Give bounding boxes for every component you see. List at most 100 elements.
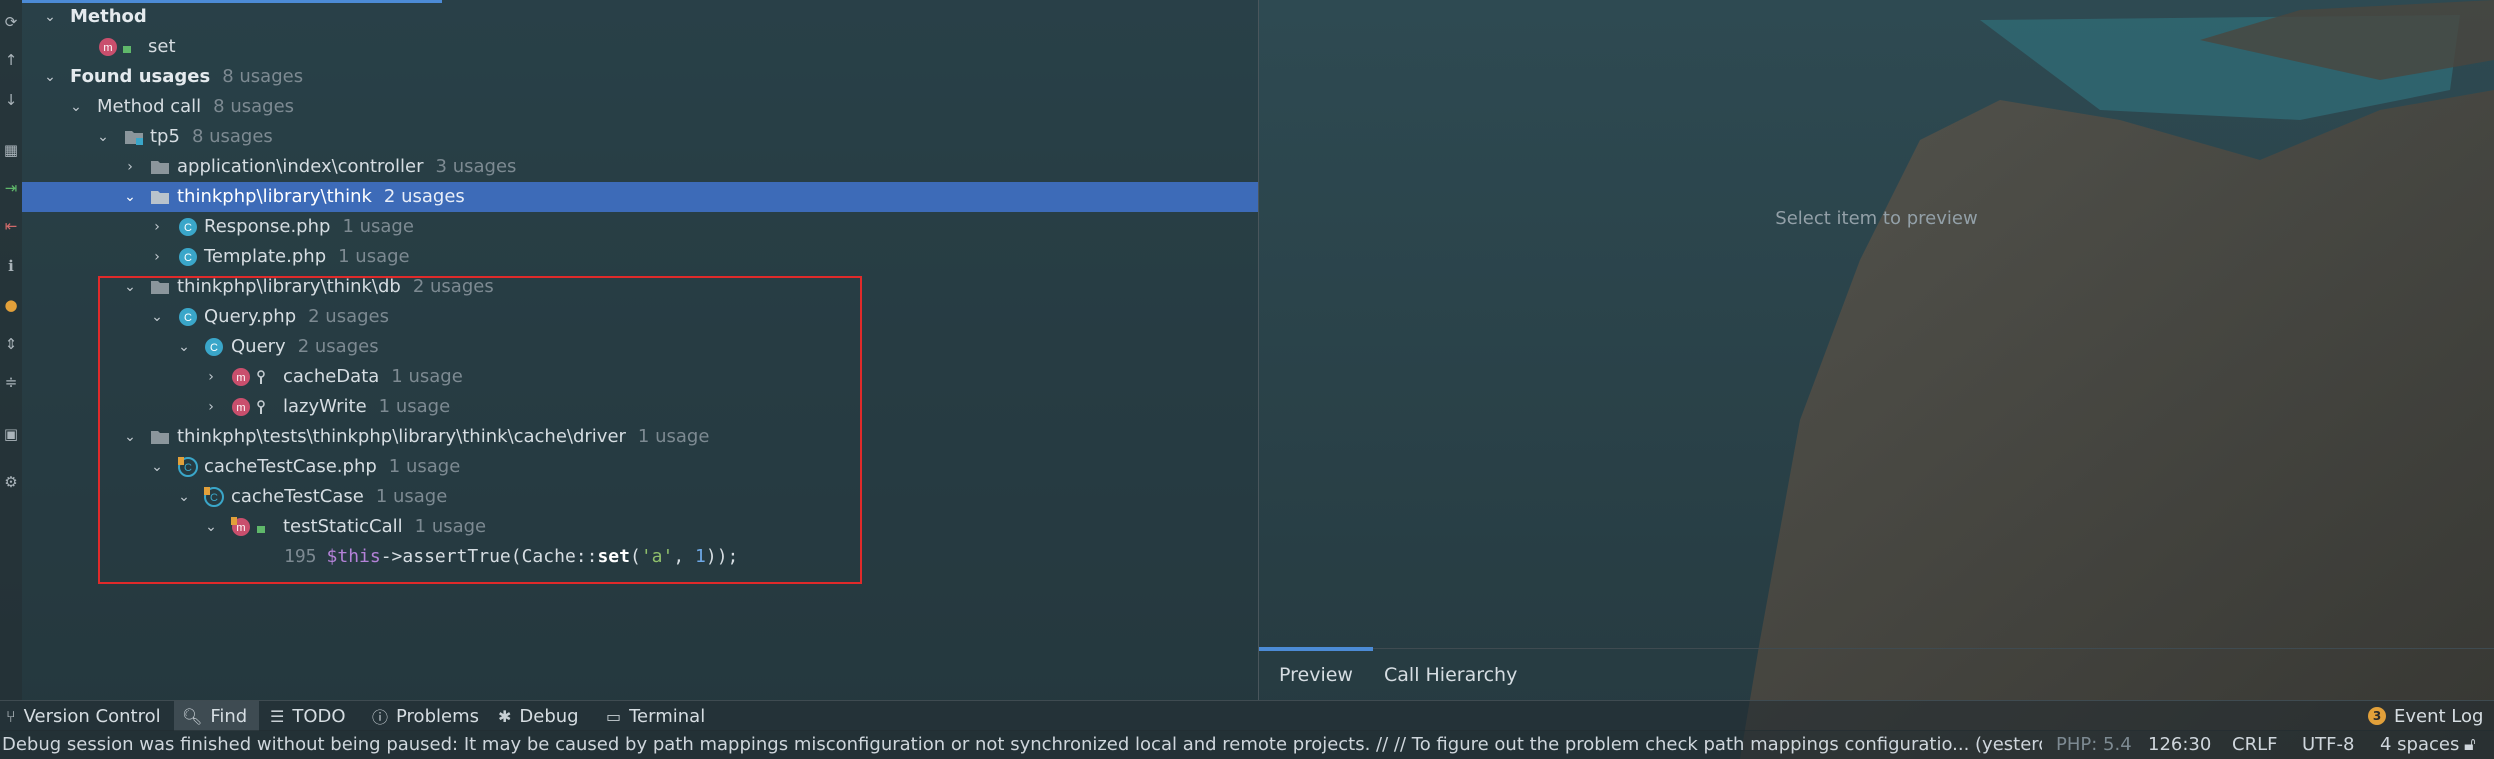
- chevron-down-icon[interactable]: ⌄: [200, 512, 222, 542]
- tree-row-query-class[interactable]: ⌄ C Query 2 usages: [22, 332, 1258, 362]
- chevron-right-icon[interactable]: ›: [200, 362, 222, 392]
- tree-row-code-usage[interactable]: 195 $this->assertTrue(Cache::set('a', 1))…: [22, 542, 1258, 572]
- tree-row-method-set[interactable]: m set: [22, 32, 1258, 62]
- tool-problems[interactable]: ⓘ Problems: [372, 701, 479, 731]
- chevron-down-icon[interactable]: ⌄: [146, 302, 168, 332]
- chevron-down-icon[interactable]: ⌄: [119, 272, 141, 302]
- chevron-down-icon[interactable]: ⌄: [146, 452, 168, 482]
- class-icon: C: [179, 218, 197, 236]
- public-visibility-icon: [123, 46, 131, 53]
- chevron-down-icon[interactable]: ⌄: [39, 62, 61, 92]
- protected-visibility-icon: [257, 400, 265, 414]
- exclude-icon[interactable]: ⇤: [1, 216, 21, 236]
- group-icon[interactable]: ▦: [1, 140, 21, 160]
- tool-label: Version Control: [23, 705, 161, 727]
- chevron-right-icon[interactable]: ›: [146, 242, 168, 272]
- tree-row-cache-data[interactable]: › m cacheData 1 usage: [22, 362, 1258, 392]
- tree-label: Found usages: [70, 66, 211, 87]
- tree-row-think-db-dir[interactable]: ⌄ thinkphp\library\think\db 2 usages: [22, 272, 1258, 302]
- chevron-right-icon[interactable]: ›: [119, 152, 141, 182]
- info-icon[interactable]: ℹ: [1, 256, 21, 276]
- tree-label: tp5: [150, 126, 180, 147]
- tab-call-hierarchy[interactable]: Call Hierarchy: [1384, 649, 1517, 701]
- chevron-down-icon[interactable]: ⌄: [65, 92, 87, 122]
- left-toolbar: ⟳ ↑ ↓ ▦ ⇥ ⇤ ℹ ● ⇕ ≑ ▣ ⚙: [0, 0, 22, 700]
- chevron-down-icon[interactable]: ⌄: [119, 422, 141, 452]
- php-icon[interactable]: ●: [1, 295, 21, 315]
- method-icon: m: [232, 368, 250, 386]
- tool-version-control[interactable]: ⑂ Version Control: [6, 701, 161, 731]
- usage-count: 1 usage: [378, 396, 451, 417]
- line-number: 195: [284, 546, 317, 567]
- folder-icon: [151, 191, 169, 204]
- svg-text:C: C: [210, 492, 218, 504]
- tree-row-tp5[interactable]: ⌄ tp5 8 usages: [22, 122, 1258, 152]
- tree-label: thinkphp\library\think\db: [177, 276, 401, 297]
- tree-row-method[interactable]: ⌄ Method: [22, 2, 1258, 32]
- tool-terminal[interactable]: ▭ Terminal: [606, 701, 705, 731]
- chevron-down-icon[interactable]: ⌄: [173, 482, 195, 512]
- tree-row-cache-test-case-class[interactable]: ⌄ C cacheTestCase 1 usage: [22, 482, 1258, 512]
- arrow-down-icon[interactable]: ↓: [1, 90, 21, 110]
- tree-row-lazy-write[interactable]: › m lazyWrite 1 usage: [22, 392, 1258, 422]
- status-indent[interactable]: 4 spaces: [2380, 730, 2459, 759]
- tree-row-app-index-controller[interactable]: › application\index\controller 3 usages: [22, 152, 1258, 182]
- refresh-icon[interactable]: ⟳: [1, 12, 21, 32]
- code-token-arrow: ->: [380, 546, 403, 567]
- preview-empty-text: Select item to preview: [1775, 208, 1978, 229]
- scroll-thumb[interactable]: [22, 0, 442, 3]
- abstract-class-icon: C: [204, 487, 224, 507]
- preview-tabs: Preview Call Hierarchy: [1259, 647, 2494, 701]
- tool-label: Debug: [519, 705, 579, 727]
- tree-row-test-static-call[interactable]: ⌄ m testStaticCall 1 usage: [22, 512, 1258, 542]
- tree-row-found-usages[interactable]: ⌄ Found usages 8 usages: [22, 62, 1258, 92]
- tool-label: Event Log: [2394, 705, 2484, 727]
- status-encoding[interactable]: UTF-8: [2302, 730, 2354, 759]
- merge-icon[interactable]: ⇥: [1, 178, 21, 198]
- code-token-call: assertTrue(Cache::: [402, 546, 598, 567]
- tree-row-query-php[interactable]: ⌄ C Query.php 2 usages: [22, 302, 1258, 332]
- usage-count: 8 usages: [213, 96, 295, 117]
- code-usage-line: 195 $this->assertTrue(Cache::set('a', 1))…: [284, 542, 738, 572]
- method-icon: m: [231, 517, 250, 536]
- tree-row-method-call[interactable]: ⌄ Method call 8 usages: [22, 92, 1258, 122]
- status-message[interactable]: Debug session was finished without being…: [2, 730, 2042, 759]
- chevron-right-icon[interactable]: ›: [146, 212, 168, 242]
- tool-find[interactable]: 🔍︎ Find: [174, 701, 260, 731]
- chevron-down-icon[interactable]: ⌄: [39, 2, 61, 32]
- code-token-sep: ,: [673, 546, 696, 567]
- chevron-down-icon[interactable]: ⌄: [119, 182, 141, 212]
- chevron-down-icon[interactable]: ⌄: [173, 332, 195, 362]
- tree-row-template-php[interactable]: › C Template.php 1 usage: [22, 242, 1258, 272]
- tool-label: Terminal: [629, 705, 706, 727]
- collapse-all-icon[interactable]: ≑: [1, 372, 21, 392]
- class-icon: C: [205, 338, 223, 356]
- usage-count: 2 usages: [412, 276, 494, 297]
- tool-debug[interactable]: ✱ Debug: [498, 701, 579, 731]
- tool-todo[interactable]: ☰ TODO: [270, 701, 346, 731]
- tree-row-tests-driver-dir[interactable]: ⌄ thinkphp\tests\thinkphp\library\think\…: [22, 422, 1258, 452]
- chevron-down-icon[interactable]: ⌄: [92, 122, 114, 152]
- expand-all-icon[interactable]: ⇕: [1, 334, 21, 354]
- tree-label: thinkphp\tests\thinkphp\library\think\ca…: [177, 426, 626, 447]
- method-icon: m: [232, 398, 250, 416]
- arrow-up-icon[interactable]: ↑: [1, 50, 21, 70]
- abstract-class-icon: C: [178, 457, 198, 477]
- gear-icon[interactable]: ⚙: [1, 472, 21, 492]
- tool-event-log[interactable]: 3 Event Log: [2368, 701, 2483, 731]
- public-visibility-icon: [257, 526, 265, 533]
- tree-row-response-php[interactable]: › C Response.php 1 usage: [22, 212, 1258, 242]
- status-caret-position[interactable]: 126:30: [2148, 730, 2211, 759]
- preview-icon[interactable]: ▣: [1, 424, 21, 444]
- tree-row-cache-test-case-php[interactable]: ⌄ C cacheTestCase.php 1 usage: [22, 452, 1258, 482]
- svg-text:C: C: [210, 342, 218, 354]
- tree-row-think-dir[interactable]: ⌄ thinkphp\library\think 2 usages: [22, 182, 1258, 212]
- chevron-right-icon[interactable]: ›: [200, 392, 222, 422]
- status-line-separator[interactable]: CRLF: [2232, 730, 2277, 759]
- folder-icon: [151, 431, 169, 444]
- status-php-version[interactable]: PHP: 5.4: [2056, 730, 2132, 759]
- tree-label: Method: [70, 6, 147, 27]
- lock-icon[interactable]: 🔓︎: [2464, 730, 2476, 759]
- panel-divider[interactable]: [1258, 0, 1259, 700]
- tab-preview[interactable]: Preview: [1259, 647, 1373, 701]
